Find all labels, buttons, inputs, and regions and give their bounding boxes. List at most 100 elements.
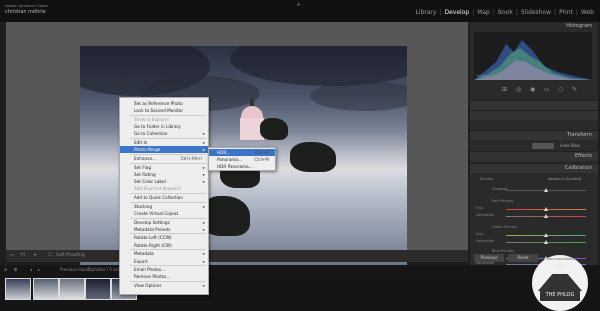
submenu-item-label: HDR... bbox=[217, 150, 231, 155]
menu-item-shortcut: Ctrl+Alt+I bbox=[180, 155, 202, 161]
menu-item-metadata[interactable]: Metadata ▸ bbox=[120, 250, 208, 257]
module-slideshow[interactable]: Slideshow bbox=[521, 9, 551, 16]
menu-item-edit-in[interactable]: Edit In ▸ bbox=[120, 139, 208, 146]
submenu-item-hdr-panorama[interactable]: HDR Panorama... bbox=[209, 163, 275, 170]
menu-item-stacking[interactable]: Stacking ▸ bbox=[120, 203, 208, 210]
menu-item-remove-photos[interactable]: Remove Photos... bbox=[120, 273, 208, 280]
menu-item-label: Go to Collection bbox=[134, 131, 168, 137]
red-saturation-slider[interactable]: Saturation bbox=[476, 213, 592, 220]
grid-view-icon[interactable]: ⊞ bbox=[4, 267, 7, 272]
app-identity: Adobe Lightroom Classic bbox=[5, 4, 49, 8]
histogram-title[interactable]: Histogram bbox=[566, 23, 592, 29]
crop-icon[interactable]: ⊞ bbox=[502, 86, 507, 93]
green-saturation-slider[interactable]: Saturation bbox=[476, 239, 592, 246]
module-develop[interactable]: Develop bbox=[444, 9, 469, 16]
submenu-arrow-icon: ▸ bbox=[202, 226, 205, 232]
graduated-filter-icon[interactable]: ▭ bbox=[544, 86, 550, 93]
menu-item-go-to-folder-in-library[interactable]: Go to Folder in Library bbox=[120, 123, 208, 130]
submenu-item-panorama[interactable]: Panorama... Ctrl+M bbox=[209, 156, 275, 163]
red-eye-icon[interactable]: ◉ bbox=[530, 86, 535, 93]
menu-item-export[interactable]: Export ▸ bbox=[120, 258, 208, 265]
menu-item-lock-to-second-monitor[interactable]: Lock to Second Monitor bbox=[120, 107, 208, 114]
menu-item-label: Metadata bbox=[134, 251, 154, 257]
green-hue-slider[interactable]: Hue bbox=[476, 232, 592, 239]
menu-item-view-options[interactable]: View Options ▸ bbox=[120, 282, 208, 289]
toolbar-menu-icon[interactable]: ▾ bbox=[34, 253, 36, 258]
process-select[interactable]: Version 4 (Current) bbox=[548, 177, 581, 181]
color-label: Lime Blue bbox=[560, 143, 580, 148]
module-separator: | bbox=[515, 9, 518, 16]
collapse-top-panel-icon[interactable]: ▲ bbox=[297, 1, 300, 6]
menu-item-rotate-left-ccw[interactable]: Rotate Left (CCW) bbox=[120, 234, 208, 241]
menu-item-enhance[interactable]: Enhance... Ctrl+Alt+I bbox=[120, 155, 208, 162]
menu-item-label: Enhance... bbox=[134, 155, 157, 161]
right-panel: Histogram Original Photo ⊞ ◎ ◉ ▭ ○ ✎ Tra… bbox=[470, 22, 598, 266]
second-window-icon[interactable]: ⧉ bbox=[14, 267, 17, 272]
previous-button[interactable]: Previous bbox=[474, 254, 504, 262]
effects-panel-header[interactable]: Effects bbox=[470, 151, 598, 161]
histogram bbox=[474, 32, 592, 80]
module-separator: | bbox=[554, 9, 557, 16]
menu-item-label: Rotate Right (CW) bbox=[134, 242, 172, 248]
module-separator: | bbox=[439, 9, 442, 16]
brush-icon[interactable]: ✎ bbox=[572, 86, 577, 93]
filmstrip bbox=[0, 275, 600, 311]
submenu-arrow-icon: ▸ bbox=[202, 251, 205, 257]
back-arrow-icon[interactable]: ◂ bbox=[30, 267, 32, 272]
menu-item-label: Metadata Presets bbox=[134, 226, 171, 232]
thumbnail[interactable] bbox=[33, 278, 59, 300]
view-mode-icon[interactable]: ▭ bbox=[10, 253, 14, 258]
filmstrip-source[interactable]: Previous Import bbox=[60, 267, 91, 272]
menu-item-set-rating[interactable]: Set Rating ▸ bbox=[120, 171, 208, 178]
panel-row[interactable] bbox=[470, 110, 598, 120]
menu-item-email-photos[interactable]: Email Photos... bbox=[120, 266, 208, 273]
radial-filter-icon[interactable]: ○ bbox=[558, 86, 563, 93]
forward-arrow-icon[interactable]: ▸ bbox=[38, 267, 40, 272]
tree bbox=[260, 118, 288, 140]
menu-item-add-to-quick-collection[interactable]: Add to Quick Collection bbox=[120, 194, 208, 201]
menu-item-set-as-reference-photo[interactable]: Set as Reference Photo bbox=[120, 100, 208, 107]
menu-item-metadata-presets[interactable]: Metadata Presets ▸ bbox=[120, 226, 208, 233]
red-hue-slider[interactable]: Hue bbox=[476, 206, 592, 213]
menu-item-create-virtual-copies[interactable]: Create Virtual Copies bbox=[120, 210, 208, 217]
panel-row[interactable] bbox=[470, 100, 598, 110]
menu-item-go-to-collection[interactable]: Go to Collection ▸ bbox=[120, 130, 208, 137]
menu-item-set-flag[interactable]: Set Flag ▸ bbox=[120, 164, 208, 171]
module-library[interactable]: Library bbox=[415, 9, 436, 16]
menu-item-set-color-label[interactable]: Set Color Label ▸ bbox=[120, 178, 208, 185]
menu-item-label: Export bbox=[134, 258, 148, 264]
effect-button[interactable] bbox=[532, 143, 554, 149]
thumbnail[interactable] bbox=[59, 278, 85, 300]
cloud bbox=[310, 81, 407, 111]
transform-panel-header[interactable]: Transform bbox=[470, 130, 598, 140]
menu-item-label: Set Flag bbox=[134, 164, 152, 170]
calibration-panel-header[interactable]: Calibration bbox=[470, 163, 598, 173]
soft-proofing-checkbox[interactable]: ☐ bbox=[48, 253, 52, 258]
before-after-icon[interactable]: YY bbox=[20, 253, 26, 258]
submenu-item-hdr[interactable]: HDR... Ctrl+H bbox=[209, 149, 275, 156]
module-book[interactable]: Book bbox=[498, 9, 513, 16]
thumbnail[interactable] bbox=[85, 278, 111, 300]
context-menu: Set as Reference Photo Lock to Second Mon… bbox=[119, 97, 209, 295]
photo-merge-submenu: HDR... Ctrl+H Panorama... Ctrl+M HDR Panoram… bbox=[208, 147, 276, 171]
menu-item-label: Set as Reference Photo bbox=[134, 101, 183, 106]
menu-item-rotate-right-cw[interactable]: Rotate Right (CW) bbox=[120, 242, 208, 249]
menu-item-show-in-explorer: Show in Explorer bbox=[120, 116, 208, 123]
menu-item-label: Rotate Left (CCW) bbox=[134, 235, 172, 241]
module-map[interactable]: Map bbox=[477, 9, 490, 16]
menu-item-label: Lock to Second Monitor bbox=[134, 108, 184, 114]
module-print[interactable]: Print bbox=[559, 9, 573, 16]
submenu-arrow-icon: ▸ bbox=[202, 131, 205, 137]
menu-item-photo-merge[interactable]: Photo Merge ▸ bbox=[120, 146, 208, 154]
thumbnail[interactable] bbox=[5, 278, 31, 300]
menu-item-develop-settings[interactable]: Develop Settings ▸ bbox=[120, 219, 208, 226]
photo-view[interactable] bbox=[6, 22, 468, 266]
module-web[interactable]: Web bbox=[581, 9, 594, 16]
soft-proofing-label: Soft Proofing bbox=[56, 253, 85, 258]
menu-item-label: Show in Explorer bbox=[134, 116, 170, 122]
process-label: Process bbox=[480, 177, 494, 181]
spot-removal-icon[interactable]: ◎ bbox=[516, 86, 521, 93]
menu-item-label: Email Photos... bbox=[134, 267, 166, 273]
menu-item-label: Create Virtual Copies bbox=[134, 210, 179, 216]
shadows-slider[interactable]: Shadows bbox=[476, 187, 592, 194]
